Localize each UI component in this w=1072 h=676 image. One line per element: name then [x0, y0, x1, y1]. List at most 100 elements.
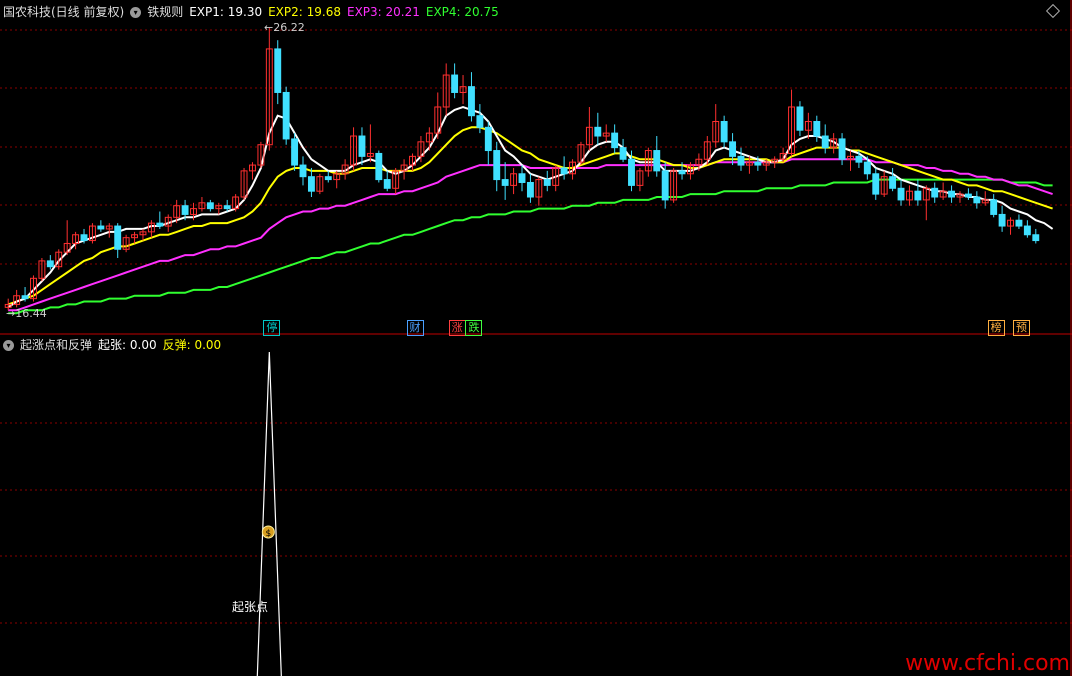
candle — [274, 40, 282, 105]
candle-body — [46, 260, 54, 268]
candle — [88, 223, 96, 244]
event-badge[interactable]: 财 — [406, 320, 424, 336]
candle-body — [291, 138, 299, 166]
candle-body — [653, 150, 661, 172]
candle-body — [813, 121, 821, 137]
candle-body — [383, 179, 391, 189]
candle — [156, 211, 164, 229]
candle — [442, 63, 450, 116]
candle-body — [274, 48, 282, 93]
sub-indicator-name[interactable]: 起涨点和反弹 — [20, 336, 92, 354]
candle-body — [299, 164, 307, 178]
high-price-label: ←26.22 — [264, 21, 305, 34]
candle — [501, 162, 509, 200]
settings-circle-icon[interactable]: ▾ — [3, 339, 14, 351]
candle-body — [964, 193, 972, 198]
candle — [459, 75, 467, 105]
candle-body — [838, 138, 846, 160]
candle-body — [80, 234, 88, 242]
candle — [712, 104, 720, 148]
candle-body — [594, 126, 602, 137]
candle-body — [897, 187, 905, 201]
candle-body — [526, 181, 534, 198]
candle — [46, 255, 54, 270]
candle — [484, 121, 492, 166]
candle — [375, 150, 383, 183]
candle — [585, 106, 593, 151]
high-arrow-icon: ← — [264, 21, 274, 34]
candle — [905, 185, 913, 206]
exp3-value: EXP3: 20.21 — [346, 5, 420, 19]
candle — [939, 182, 947, 200]
candle — [889, 167, 897, 192]
candle — [973, 191, 981, 209]
sub-panel-header: ▾ 起涨点和反弹 起张: 0.00 反弹: 0.00 — [3, 336, 227, 354]
candle-body — [720, 121, 728, 143]
candle-body — [97, 225, 105, 230]
candle-body — [973, 196, 981, 204]
exp1-line — [7, 105, 1054, 309]
candle — [206, 199, 214, 212]
candle — [366, 124, 374, 163]
candle — [813, 115, 821, 142]
candle — [122, 234, 130, 253]
candle-body — [990, 199, 998, 215]
candle — [13, 289, 21, 308]
candle-body — [324, 176, 332, 181]
candle-body — [476, 115, 484, 128]
event-badge[interactable]: 预 — [1012, 320, 1030, 336]
candle — [720, 115, 728, 148]
settings-circle-icon[interactable]: ▾ — [130, 6, 142, 18]
candle — [880, 170, 888, 198]
candle-body — [872, 173, 880, 195]
candle — [636, 167, 644, 192]
candle — [358, 127, 366, 166]
moving-average-lines — [7, 105, 1054, 315]
signal-label: 起张点 — [232, 600, 269, 614]
candle — [265, 28, 273, 151]
event-badge[interactable]: 跌 — [465, 320, 483, 336]
candle-body — [114, 225, 122, 250]
candle-body — [1015, 219, 1023, 227]
candle-body — [451, 74, 459, 93]
event-badge[interactable]: 涨 — [448, 320, 466, 336]
candle-body — [821, 135, 829, 149]
candle — [653, 136, 661, 177]
candle-body — [468, 86, 475, 117]
candle — [114, 223, 122, 258]
stock-title[interactable]: 国农科技(日线 前复权) — [3, 3, 124, 21]
main-panel-header: 国农科技(日线 前复权) ▾ 铁规则 EXP1: 19.30 EXP2: 19.… — [3, 3, 505, 21]
exp2-line — [7, 126, 1053, 306]
candle — [990, 194, 998, 218]
event-badge[interactable]: 榜 — [987, 320, 1005, 336]
candle — [847, 150, 854, 171]
low-arrow-icon: → — [6, 307, 16, 320]
sub-indicator-plot: $ — [256, 351, 282, 676]
candle — [897, 179, 905, 206]
event-badge[interactable]: 停 — [263, 320, 281, 336]
candle — [543, 170, 551, 192]
candle — [299, 156, 307, 186]
chart-window: $ 国农科技(日线 前复权) ▾ 铁规则 EXP1: 19.30 EXP2: 1… — [0, 0, 1072, 676]
candle — [914, 179, 922, 206]
indicator-name[interactable]: 铁规则 — [147, 3, 183, 21]
watermark: www.cfchi.com — [905, 651, 1070, 676]
candle — [147, 220, 155, 238]
candle — [282, 86, 290, 145]
candlestick-series — [4, 28, 1040, 311]
candle — [468, 72, 475, 122]
candle — [105, 223, 113, 238]
candle-body — [518, 173, 526, 183]
exp4-value: EXP4: 20.75 — [425, 5, 499, 19]
candle — [998, 205, 1006, 232]
candle-body — [619, 147, 627, 160]
candle — [821, 124, 829, 154]
coin-icon-symbol: $ — [265, 529, 271, 539]
exp2-value: EXP2: 19.68 — [268, 5, 341, 19]
candle-body — [21, 295, 29, 300]
candle — [948, 185, 956, 203]
low-price-label: →16.44 — [6, 307, 47, 320]
candle-body — [493, 150, 501, 181]
candle — [198, 197, 206, 212]
candle — [434, 92, 442, 139]
